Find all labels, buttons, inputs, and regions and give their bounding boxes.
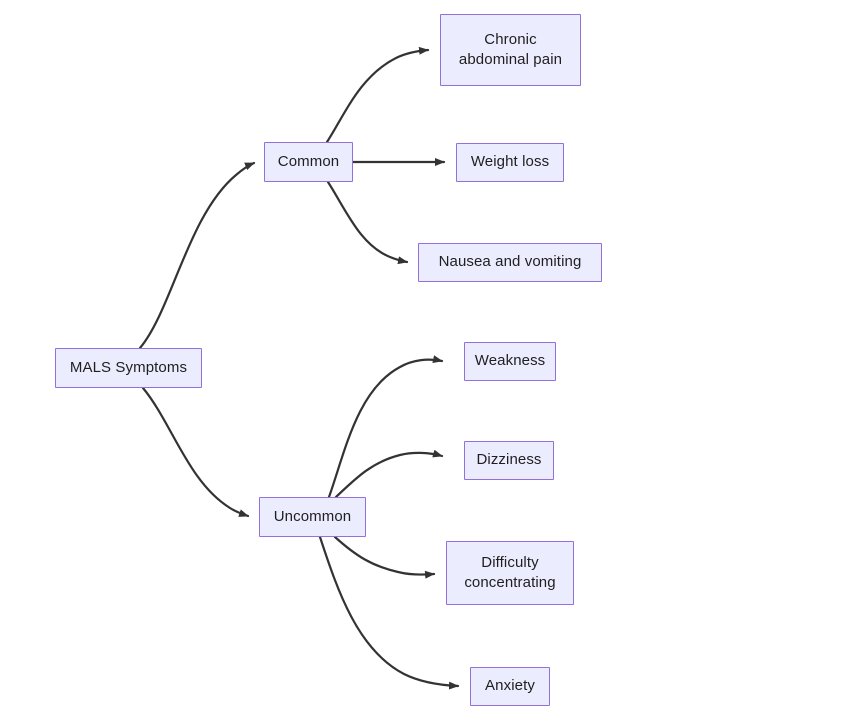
edge-root-to-common bbox=[138, 161, 256, 350]
flowchart-canvas: MALS Symptoms Common Uncommon Chronic ab… bbox=[0, 0, 860, 714]
node-common[interactable]: Common bbox=[264, 142, 353, 182]
edge-uncommon-to-difficulty-concentrating bbox=[333, 535, 436, 579]
node-mals-symptoms[interactable]: MALS Symptoms bbox=[55, 348, 202, 388]
node-weakness[interactable]: Weakness bbox=[464, 342, 556, 381]
node-difficulty-concentrating[interactable]: Difficulty concentrating bbox=[446, 541, 574, 605]
node-dizziness[interactable]: Dizziness bbox=[464, 441, 554, 480]
edge-uncommon-to-anxiety bbox=[318, 535, 460, 690]
edge-common-to-nausea-and-vomiting bbox=[326, 180, 409, 265]
edge-root-to-uncommon bbox=[141, 386, 250, 518]
node-weight-loss[interactable]: Weight loss bbox=[456, 143, 564, 182]
node-anxiety[interactable]: Anxiety bbox=[470, 667, 550, 706]
node-uncommon[interactable]: Uncommon bbox=[259, 497, 366, 537]
node-nausea-and-vomiting[interactable]: Nausea and vomiting bbox=[418, 243, 602, 282]
edge-common-to-chronic-abdominal-pain bbox=[325, 46, 430, 144]
edge-uncommon-to-weakness bbox=[327, 355, 444, 499]
node-chronic-abdominal-pain[interactable]: Chronic abdominal pain bbox=[440, 14, 581, 86]
edge-uncommon-to-dizziness bbox=[334, 449, 444, 499]
